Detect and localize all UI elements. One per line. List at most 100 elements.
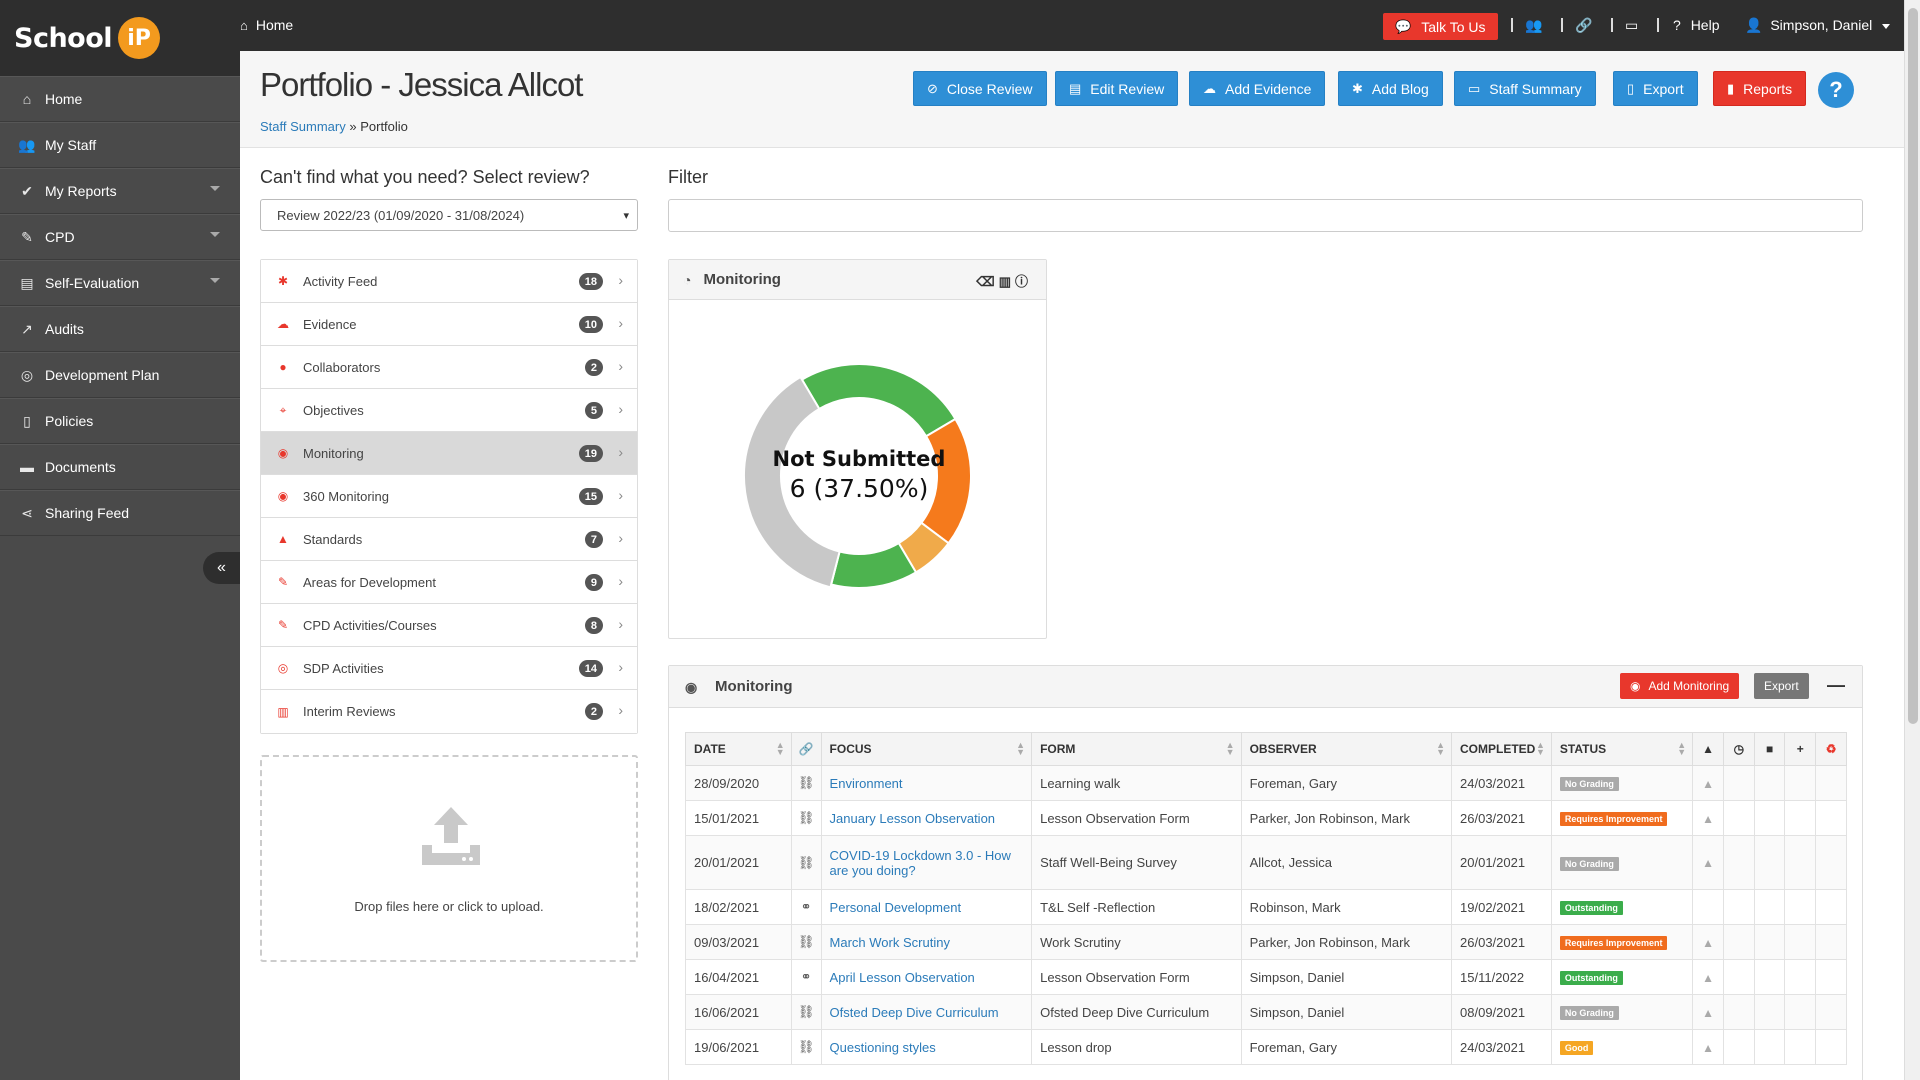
cell-chart[interactable]: ▲	[1692, 835, 1724, 890]
cell-focus-link[interactable]: March Work Scrutiny	[820, 924, 1033, 960]
portfolio-item-interim-reviews[interactable]: ▥ Interim Reviews 2 ›	[261, 690, 637, 733]
sidebar-item-sharing-feed[interactable]: ⋖ Sharing Feed	[0, 490, 240, 536]
cell-focus-link[interactable]: January Lesson Observation	[820, 800, 1033, 836]
add-monitoring-button[interactable]: ◉ Add Monitoring	[1620, 673, 1740, 699]
breadcrumb-staff-summary[interactable]: Staff Summary	[260, 119, 346, 134]
cell-link[interactable]: ⛓	[790, 765, 822, 801]
inbox-icon[interactable]: ▭	[1625, 17, 1638, 34]
talk-to-us-button[interactable]: 💬 Talk To Us	[1383, 13, 1498, 40]
sidebar-item-my-staff[interactable]: 👥 My Staff	[0, 122, 240, 168]
minimize-icon[interactable]: —	[1827, 675, 1845, 696]
cell-link[interactable]: ⛓	[790, 1029, 822, 1065]
cell-focus-link[interactable]: Personal Development	[820, 889, 1033, 925]
col-observer[interactable]: OBSERVER ▲ ▼	[1240, 732, 1453, 766]
portfolio-item-monitoring[interactable]: ◉ Monitoring 19 ›	[261, 432, 637, 475]
link-icon[interactable]: ⚭	[801, 899, 812, 914]
add-blog-button[interactable]: ✱ Add Blog	[1338, 71, 1443, 106]
file-dropzone[interactable]: Drop files here or click to upload.	[260, 755, 638, 962]
sidebar-item-home[interactable]: ⌂ Home	[0, 76, 240, 122]
cell-focus-link[interactable]: Questioning styles	[820, 1029, 1033, 1065]
link-icon[interactable]: 🔗	[1575, 17, 1592, 34]
filter-input[interactable]	[668, 199, 1863, 232]
unlink-icon[interactable]: ⛓	[798, 1004, 815, 1019]
cell-chart[interactable]	[1692, 889, 1724, 925]
cell-focus-link[interactable]: Ofsted Deep Dive Curriculum	[820, 994, 1033, 1030]
users-icon[interactable]: 👥	[1525, 17, 1542, 34]
reports-button[interactable]: ▮ Reports	[1713, 71, 1807, 106]
area-chart-icon[interactable]: ▲	[1702, 856, 1714, 870]
cell-chart[interactable]: ▲	[1692, 994, 1724, 1030]
table-row[interactable]: 16/06/2021 ⛓ Ofsted Deep Dive Curriculum Of…	[685, 994, 1847, 1030]
cell-chart[interactable]: ▲	[1692, 800, 1724, 836]
info-icon[interactable]: ⓘ	[1015, 274, 1032, 289]
cell-chart[interactable]: ▲	[1692, 765, 1724, 801]
cell-chart[interactable]: ▲	[1692, 924, 1724, 960]
unlink-icon[interactable]: ⛓	[798, 934, 815, 949]
bar-chart-icon[interactable]: ▥	[999, 274, 1015, 289]
top-home-link[interactable]: ⌂ Home	[240, 17, 293, 33]
table-row[interactable]: 18/02/2021 ⚭ Personal Development T&L Self …	[685, 889, 1847, 925]
app-logo[interactable]: School iP	[0, 0, 240, 76]
portfolio-item-sdp-activities[interactable]: ◎ SDP Activities 14 ›	[261, 647, 637, 690]
collapse-sidebar-button[interactable]: «	[203, 552, 240, 584]
unlink-icon[interactable]: ⛓	[798, 775, 815, 790]
add-evidence-button[interactable]: ☁ Add Evidence	[1189, 71, 1326, 106]
user-menu[interactable]: 👤 Simpson, Daniel	[1745, 17, 1891, 34]
table-row[interactable]: 09/03/2021 ⛓ March Work Scrutiny Work Scrut…	[685, 924, 1847, 960]
cell-focus-link[interactable]: Environment	[820, 765, 1033, 801]
cell-link[interactable]: ⚭	[790, 959, 822, 995]
portfolio-item-360-monitoring[interactable]: ◉ 360 Monitoring 15 ›	[261, 475, 637, 518]
area-chart-icon[interactable]: ▲	[1702, 1041, 1714, 1055]
sidebar-item-cpd[interactable]: ✎ CPD	[0, 214, 240, 260]
table-row[interactable]: 15/01/2021 ⛓ January Lesson Observation Les…	[685, 800, 1847, 836]
table-row[interactable]: 19/06/2021 ⛓ Questioning styles Lesson drop…	[685, 1029, 1847, 1065]
unlink-icon[interactable]: ⛓	[798, 810, 815, 825]
portfolio-item-objectives[interactable]: ⌖ Objectives 5 ›	[261, 389, 637, 432]
portfolio-item-areas-for-development[interactable]: ✎ Areas for Development 9 ›	[261, 561, 637, 604]
cell-link[interactable]: ⚭	[790, 889, 822, 925]
help-link[interactable]: ? Help	[1673, 17, 1719, 33]
col-date[interactable]: DATE ▲ ▼	[685, 732, 792, 766]
area-chart-icon[interactable]: ▲	[1702, 777, 1714, 791]
sidebar-item-policies[interactable]: ▯ Policies	[0, 398, 240, 444]
review-select[interactable]: Review 2022/23 (01/09/2020 - 31/08/2024)…	[260, 199, 638, 231]
export-monitoring-button[interactable]: Export	[1754, 673, 1809, 699]
staff-summary-button[interactable]: ▭ Staff Summary	[1454, 71, 1596, 106]
portfolio-item-cpd-activities-courses[interactable]: ✎ CPD Activities/Courses 8 ›	[261, 604, 637, 647]
area-chart-icon[interactable]: ▲	[1702, 1006, 1714, 1020]
cell-link[interactable]: ⛓	[790, 924, 822, 960]
unlink-icon[interactable]: ⛓	[798, 1039, 815, 1054]
col-form[interactable]: FORM ▲ ▼	[1031, 732, 1242, 766]
table-row[interactable]: 20/01/2021 ⛓ COVID-19 Lockdown 3.0 - How a…	[685, 835, 1847, 890]
sidebar-item-documents[interactable]: ▬ Documents	[0, 444, 240, 490]
portfolio-item-activity-feed[interactable]: ✱ Activity Feed 18 ›	[261, 260, 637, 303]
sidebar-item-audits[interactable]: ↗ Audits	[0, 306, 240, 352]
table-row[interactable]: 16/04/2021 ⚭ April Lesson Observation Lesso…	[685, 959, 1847, 995]
close-review-button[interactable]: ⊘ Close Review	[913, 71, 1047, 106]
area-chart-icon[interactable]: ▲	[1702, 971, 1714, 985]
area-chart-icon[interactable]: ▲	[1702, 936, 1714, 950]
export-button[interactable]: ▯ Export	[1613, 71, 1698, 106]
cell-link[interactable]: ⛓	[790, 994, 822, 1030]
table-row[interactable]: 28/09/2020 ⛓ Environment Learning walk Forem…	[685, 765, 1847, 801]
portfolio-item-evidence[interactable]: ☁ Evidence 10 ›	[261, 303, 637, 346]
sidebar-item-my-reports[interactable]: ✔ My Reports	[0, 168, 240, 214]
sidebar-item-self-evaluation[interactable]: ▤ Self-Evaluation	[0, 260, 240, 306]
link-icon[interactable]: ⚭	[801, 969, 812, 984]
area-chart-icon[interactable]: ▲	[1702, 812, 1714, 826]
unlink-icon[interactable]: ⛓	[798, 855, 815, 870]
scrollbar-thumb[interactable]	[1908, 8, 1918, 724]
cell-link[interactable]: ⛓	[790, 835, 822, 890]
col-completed[interactable]: COMPLETED ▲ ▼	[1451, 732, 1552, 766]
cell-focus-link[interactable]: April Lesson Observation	[820, 959, 1033, 995]
col-focus[interactable]: FOCUS ▲ ▼	[820, 732, 1033, 766]
portfolio-item-standards[interactable]: ▲ Standards 7 ›	[261, 518, 637, 561]
edit-review-button[interactable]: ▤ Edit Review	[1055, 71, 1179, 106]
cell-chart[interactable]: ▲	[1692, 1029, 1724, 1065]
sidebar-item-development-plan[interactable]: ◎ Development Plan	[0, 352, 240, 398]
help-circle-button[interactable]: ?	[1818, 72, 1854, 108]
eraser-icon[interactable]: ⌫	[976, 274, 998, 289]
cell-focus-link[interactable]: COVID-19 Lockdown 3.0 - How are you doin…	[820, 835, 1033, 890]
portfolio-item-collaborators[interactable]: ● Collaborators 2 ›	[261, 346, 637, 389]
cell-link[interactable]: ⛓	[790, 800, 822, 836]
